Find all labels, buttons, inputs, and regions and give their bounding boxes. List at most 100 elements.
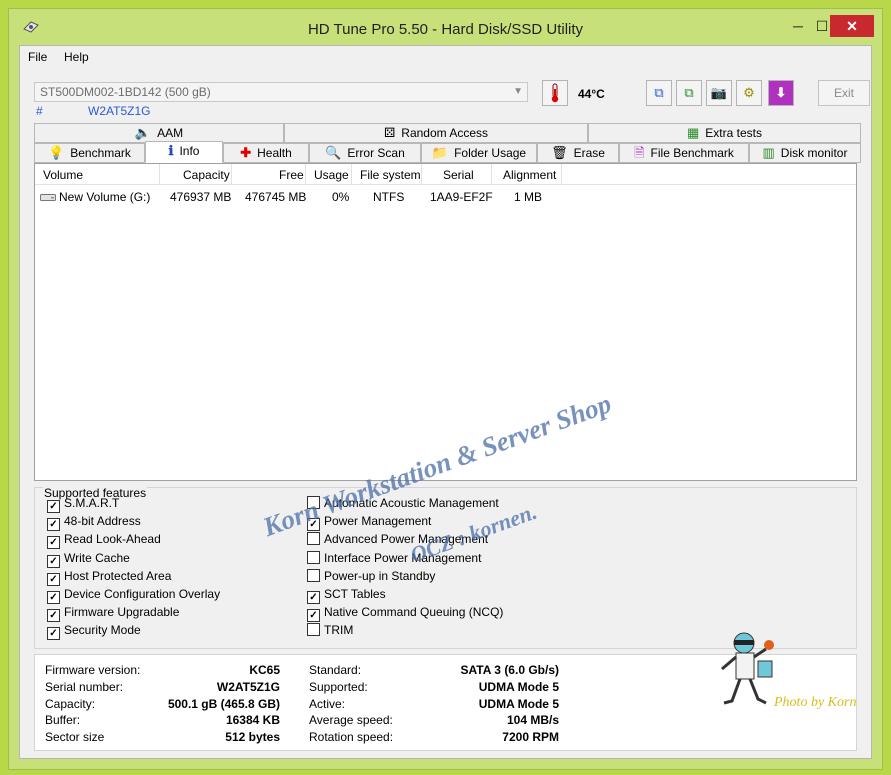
copy-all-button[interactable]: ⧉	[676, 80, 702, 106]
feature-item[interactable]: ✓ SCT Tables	[307, 587, 386, 604]
close-button[interactable]: ✕	[830, 15, 874, 37]
copy-info-button[interactable]: ⧉	[646, 80, 672, 106]
checkbox-checked-icon[interactable]: ✓	[47, 500, 60, 513]
col-file-system[interactable]: File system	[360, 168, 421, 182]
tab-random-access[interactable]: ⚄ Random Access	[284, 123, 588, 143]
photo-signature: Photo by Korn	[774, 695, 857, 710]
checkbox-checked-icon[interactable]: ✓	[47, 591, 60, 604]
feature-item[interactable]: ✓ 48-bit Address	[47, 514, 141, 532]
feature-item[interactable]: ✓ S.M.A.R.T	[47, 496, 119, 513]
detail-label: Rotation speed:	[309, 730, 394, 745]
tab-file-benchmark[interactable]: 🗎 File Benchmark	[619, 143, 749, 163]
col-divider	[351, 164, 352, 184]
trash-icon: 🗑	[551, 145, 568, 160]
tab-erase[interactable]: 🗑 Erase	[537, 143, 619, 163]
volume-list[interactable]: Volume Capacity Free Usage File system S…	[34, 163, 857, 481]
tab-row-bottom: 💡 Benchmark ℹ Info ✚ Health 🔍 Error Scan 📁 Fo…	[34, 141, 861, 163]
col-free[interactable]: Free	[279, 168, 304, 182]
feature-item[interactable]: ✓ Security Mode	[47, 623, 141, 641]
thermometer-icon	[551, 83, 559, 103]
col-divider	[305, 164, 306, 184]
feature-label: Security Mode	[64, 623, 141, 638]
col-capacity[interactable]: Capacity	[183, 168, 230, 182]
drive-select[interactable]: ST500DM002-1BD142 (500 gB) ▼	[34, 82, 528, 102]
feature-item[interactable]: ✓ Firmware Upgradable	[47, 605, 180, 623]
feature-label: SCT Tables	[324, 587, 386, 601]
calculator-icon: ▦	[687, 125, 700, 140]
tab-error-scan[interactable]: 🔍 Error Scan	[309, 143, 421, 163]
feature-label: TRIM	[324, 623, 354, 638]
health-cross-icon: ✚	[240, 145, 252, 160]
checkbox-unchecked-icon[interactable]	[307, 532, 320, 546]
menu-file[interactable]: File	[28, 50, 47, 64]
feature-item[interactable]: ✓ Host Protected Area	[47, 569, 171, 586]
screenshot-button[interactable]: 📷	[706, 80, 732, 106]
feature-label: Power-up in Standby	[324, 568, 436, 583]
info-icon: ℹ	[168, 143, 174, 158]
checkbox-unchecked-icon[interactable]	[307, 568, 320, 582]
detail-label: Serial number:	[45, 679, 124, 694]
col-alignment[interactable]: Alignment	[503, 168, 556, 182]
checkbox-checked-icon[interactable]: ✓	[307, 591, 320, 604]
checkbox-checked-icon[interactable]: ✓	[47, 518, 60, 532]
checkbox-unchecked-icon[interactable]	[307, 623, 320, 637]
save-button[interactable]: ⬇	[768, 80, 794, 106]
tab-health[interactable]: ✚ Health	[223, 143, 309, 163]
checkbox-checked-icon[interactable]: ✓	[307, 609, 320, 623]
tab-benchmark[interactable]: 💡 Benchmark	[34, 143, 145, 163]
title-bar[interactable]: HD Tune Pro 5.50 - Hard Disk/SSD Utility…	[9, 9, 882, 45]
options-button[interactable]: ⚙	[736, 80, 762, 106]
checkbox-checked-icon[interactable]: ✓	[47, 536, 60, 550]
thermometer-button[interactable]	[542, 80, 568, 106]
checkbox-unchecked-icon[interactable]	[307, 550, 320, 564]
drive-hash: #	[36, 104, 43, 118]
tab-disk-monitor[interactable]: ▥ Disk monitor	[749, 143, 861, 163]
feature-item[interactable]: Power-up in Standby	[307, 568, 436, 583]
cell-capacity: 476937 MB	[170, 190, 232, 204]
tab-folder-usage[interactable]: 📁 Folder Usage	[421, 143, 537, 163]
detail-value: 16384 KB	[225, 713, 280, 728]
tab-aam[interactable]: 🔈 AAM	[34, 123, 284, 143]
col-divider	[491, 164, 492, 184]
tab-info[interactable]: ℹ Info	[145, 141, 223, 163]
table-row[interactable]: New Volume (G:) 476937 MB 476745 MB 0% N…	[35, 188, 856, 206]
feature-item[interactable]: ✓ Native Command Queuing (NCQ)	[307, 605, 504, 623]
feature-label: S.M.A.R.T	[64, 496, 120, 510]
col-serial[interactable]: Serial	[443, 168, 474, 182]
wrench-icon: ⚙	[743, 85, 755, 100]
detail-value: 500.1 gB (465.8 GB)	[167, 696, 280, 711]
feature-label: Native Command Queuing (NCQ)	[324, 605, 504, 620]
tab-row-top: 🔈 AAM ⚄ Random Access ▦ Extra tests	[34, 123, 861, 143]
magnifier-icon: 🔍	[325, 145, 342, 160]
feature-item[interactable]: ✓ Write Cache	[47, 551, 130, 568]
checkbox-checked-icon[interactable]: ✓	[47, 554, 60, 568]
checkbox-checked-icon[interactable]: ✓	[47, 609, 60, 623]
exit-button[interactable]: Exit	[818, 80, 870, 106]
camera-icon: 📷	[710, 85, 728, 100]
menu-help[interactable]: Help	[64, 50, 89, 64]
cell-free: 476745 MB	[245, 190, 307, 204]
feature-label: Firmware Upgradable	[64, 605, 180, 620]
detail-label: Average speed:	[309, 713, 393, 728]
app-window: HD Tune Pro 5.50 - Hard Disk/SSD Utility…	[8, 8, 883, 770]
temperature-readout: 44°C	[578, 87, 605, 101]
drive-select-value: ST500DM002-1BD142 (500 gB)	[40, 85, 211, 99]
bar-chart-icon: ▥	[762, 145, 775, 160]
col-usage[interactable]: Usage	[314, 168, 349, 182]
checkbox-checked-icon[interactable]: ✓	[47, 572, 60, 586]
chevron-down-icon: ▼	[513, 86, 523, 97]
feature-label: Write Cache	[64, 550, 130, 565]
bulb-icon: 💡	[48, 145, 65, 160]
col-volume[interactable]: Volume	[43, 168, 83, 182]
window-title: HD Tune Pro 5.50 - Hard Disk/SSD Utility	[307, 21, 584, 38]
feature-item[interactable]: ✓ Device Configuration Overlay	[47, 587, 220, 604]
dice-icon: ⚄	[383, 125, 396, 140]
checkbox-checked-icon[interactable]: ✓	[47, 627, 60, 641]
feature-item[interactable]: ✓ Read Look-Ahead	[47, 532, 161, 550]
detail-label: Capacity:	[45, 696, 96, 711]
detail-value: 7200 RPM	[502, 730, 559, 745]
cell-usage: 0%	[332, 190, 350, 204]
col-divider	[159, 164, 160, 184]
feature-item[interactable]: TRIM	[307, 623, 353, 637]
tab-extra-tests[interactable]: ▦ Extra tests	[588, 123, 861, 143]
